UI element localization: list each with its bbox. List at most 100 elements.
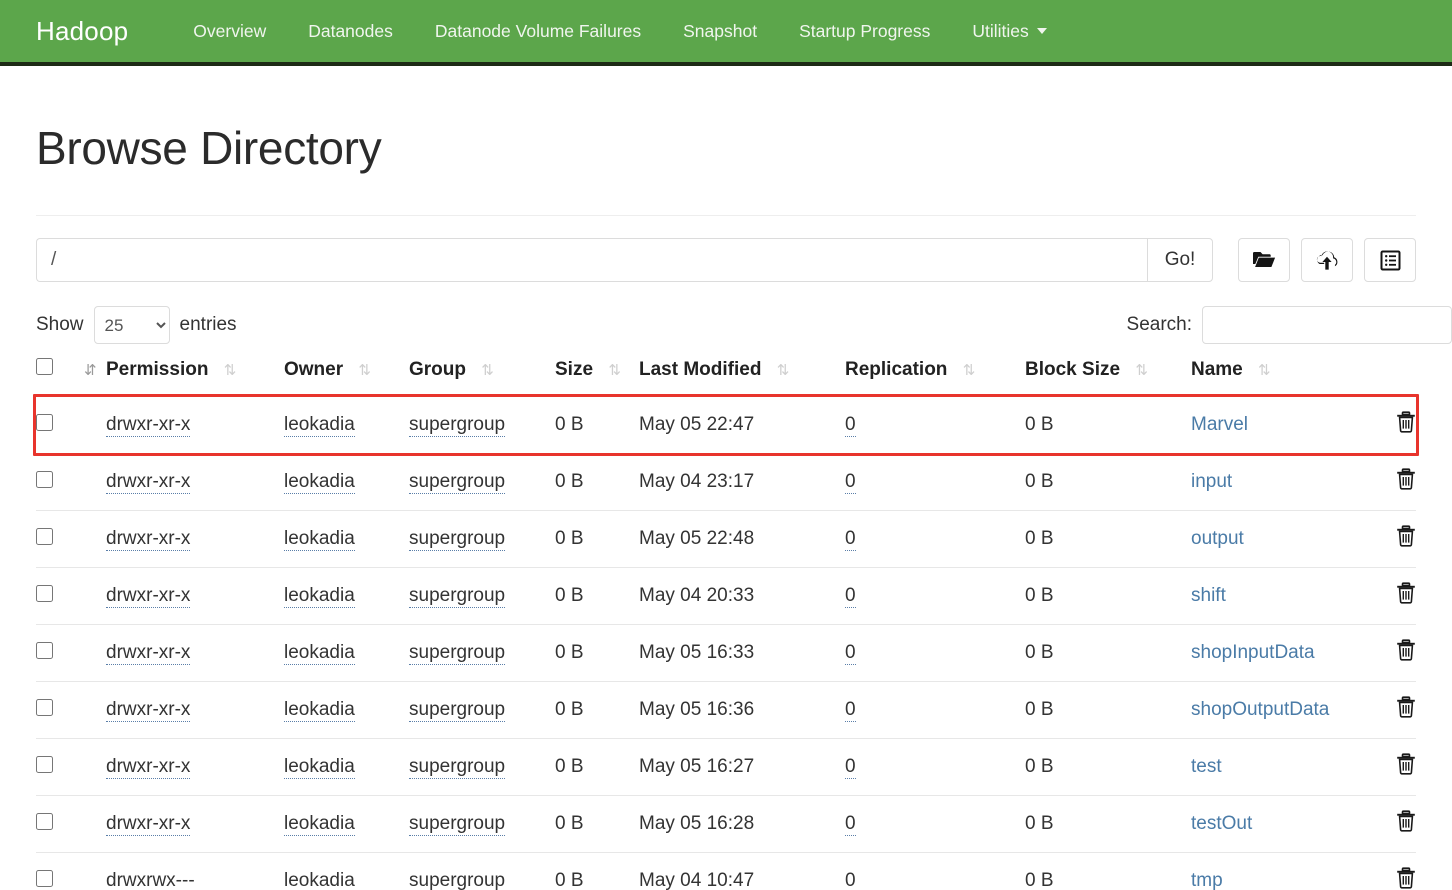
header-actions — [1366, 358, 1416, 397]
group-value[interactable]: supergroup — [409, 585, 506, 608]
owner-value[interactable]: leokadia — [284, 471, 355, 494]
row-select-checkbox[interactable] — [36, 869, 53, 887]
select-all-checkbox[interactable] — [36, 358, 53, 375]
hadoop-brand-link[interactable]: Hadoop — [36, 16, 128, 47]
nav-item-startup-progress[interactable]: Startup Progress — [778, 21, 951, 42]
group-value[interactable]: supergroup — [409, 642, 506, 665]
header-last-modified[interactable]: Last Modified ⇅ — [639, 358, 845, 397]
row-spacer-cell — [74, 795, 106, 853]
row-select-checkbox[interactable] — [36, 584, 53, 602]
file-name-link[interactable]: testOut — [1191, 813, 1252, 834]
owner-value[interactable]: leokadia — [284, 813, 355, 836]
row-select-cell — [36, 624, 74, 682]
delete-row-button[interactable] — [1396, 696, 1416, 718]
show-label: Show — [36, 314, 84, 335]
delete-row-button[interactable] — [1396, 468, 1416, 490]
directory-path-input[interactable] — [36, 238, 1147, 282]
replication-value[interactable]: 0 — [845, 414, 856, 437]
nav-item-datanodes[interactable]: Datanodes — [287, 21, 414, 42]
replication-value[interactable]: 0 — [845, 471, 856, 494]
cell-size: 0 B — [555, 681, 639, 739]
cell-actions — [1366, 681, 1416, 739]
owner-value[interactable]: leokadia — [284, 528, 355, 551]
replication-value[interactable]: 0 — [845, 813, 856, 836]
row-select-checkbox[interactable] — [36, 413, 53, 431]
nav-item-snapshot[interactable]: Snapshot — [662, 21, 778, 42]
permission-value[interactable]: drwxr-xr-x — [106, 756, 191, 779]
permission-value[interactable]: drwxr-xr-x — [106, 642, 191, 665]
cell-size: 0 B — [555, 852, 639, 890]
group-value[interactable]: supergroup — [409, 756, 506, 779]
file-name-link[interactable]: test — [1191, 756, 1222, 777]
permission-value[interactable]: drwxr-xr-x — [106, 471, 191, 494]
search-input[interactable] — [1202, 306, 1452, 344]
file-name-link[interactable]: shopOutputData — [1191, 699, 1329, 720]
owner-value[interactable]: leokadia — [284, 414, 355, 437]
go-button[interactable]: Go! — [1147, 238, 1213, 282]
owner-value[interactable]: leokadia — [284, 642, 355, 665]
owner-value[interactable]: leokadia — [284, 870, 355, 890]
entries-length-select[interactable]: 102550100 — [93, 306, 170, 344]
delete-row-button[interactable] — [1396, 525, 1416, 547]
delete-row-button[interactable] — [1396, 639, 1416, 661]
header-size[interactable]: Size ⇅ — [555, 358, 639, 397]
replication-value[interactable]: 0 — [845, 585, 856, 608]
header-sort-index[interactable]: ⇵ — [74, 358, 106, 397]
nav-item-datanode-volume-failures[interactable]: Datanode Volume Failures — [414, 21, 662, 42]
file-name-link[interactable]: shift — [1191, 585, 1226, 606]
row-select-checkbox[interactable] — [36, 755, 53, 773]
row-select-checkbox[interactable] — [36, 527, 53, 545]
group-value[interactable]: supergroup — [409, 528, 506, 551]
delete-row-button[interactable] — [1396, 411, 1416, 433]
header-permission[interactable]: Permission ⇅ — [106, 358, 284, 397]
permission-value[interactable]: drwxr-xr-x — [106, 585, 191, 608]
permission-value[interactable]: drwxr-xr-x — [106, 699, 191, 722]
owner-value[interactable]: leokadia — [284, 699, 355, 722]
replication-value[interactable]: 0 — [845, 699, 856, 722]
permission-value[interactable]: drwxr-xr-x — [106, 528, 191, 551]
file-name-link[interactable]: output — [1191, 528, 1244, 549]
group-value[interactable]: supergroup — [409, 870, 506, 890]
file-name-link[interactable]: tmp — [1191, 870, 1223, 890]
header-owner[interactable]: Owner ⇅ — [284, 358, 409, 397]
file-name-link[interactable]: shopInputData — [1191, 642, 1315, 663]
nav-item-overview[interactable]: Overview — [172, 21, 287, 42]
row-spacer-cell — [74, 453, 106, 511]
row-select-checkbox[interactable] — [36, 812, 53, 830]
file-name-link[interactable]: Marvel — [1191, 414, 1248, 435]
cut-paste-button[interactable] — [1364, 238, 1416, 282]
cell-permission: drwxr-xr-x — [106, 567, 284, 625]
delete-row-button[interactable] — [1396, 582, 1416, 604]
replication-value[interactable]: 0 — [845, 756, 856, 779]
cell-replication: 0 — [845, 624, 1025, 682]
group-value[interactable]: supergroup — [409, 471, 506, 494]
row-select-checkbox[interactable] — [36, 641, 53, 659]
table-row: drwxr-xr-x leokadia supergroup 0 B May 05 16… — [36, 795, 1416, 853]
nav-item-utilities[interactable]: Utilities — [951, 21, 1067, 42]
delete-row-button[interactable] — [1396, 753, 1416, 775]
owner-value[interactable]: leokadia — [284, 585, 355, 608]
header-block-size[interactable]: Block Size ⇅ — [1025, 358, 1191, 397]
group-value[interactable]: supergroup — [409, 414, 506, 437]
group-value[interactable]: supergroup — [409, 699, 506, 722]
delete-row-button[interactable] — [1396, 810, 1416, 832]
header-replication[interactable]: Replication ⇅ — [845, 358, 1025, 397]
replication-value[interactable]: 0 — [845, 642, 856, 665]
permission-value[interactable]: drwxrwx--- — [106, 870, 195, 890]
upload-files-button[interactable] — [1301, 238, 1353, 282]
owner-value[interactable]: leokadia — [284, 756, 355, 779]
row-select-checkbox[interactable] — [36, 698, 53, 716]
group-value[interactable]: supergroup — [409, 813, 506, 836]
file-name-link[interactable]: input — [1191, 471, 1232, 492]
row-select-checkbox[interactable] — [36, 470, 53, 488]
permission-value[interactable]: drwxr-xr-x — [106, 813, 191, 836]
delete-row-button[interactable] — [1396, 867, 1416, 889]
row-spacer-cell — [74, 681, 106, 739]
permission-value[interactable]: drwxr-xr-x — [106, 414, 191, 437]
replication-value[interactable]: 0 — [845, 528, 856, 551]
create-directory-button[interactable] — [1238, 238, 1290, 282]
cell-size: 0 B — [555, 396, 639, 454]
replication-value[interactable]: 0 — [845, 870, 856, 890]
header-name[interactable]: Name ⇅ — [1191, 358, 1366, 397]
header-group[interactable]: Group ⇅ — [409, 358, 555, 397]
